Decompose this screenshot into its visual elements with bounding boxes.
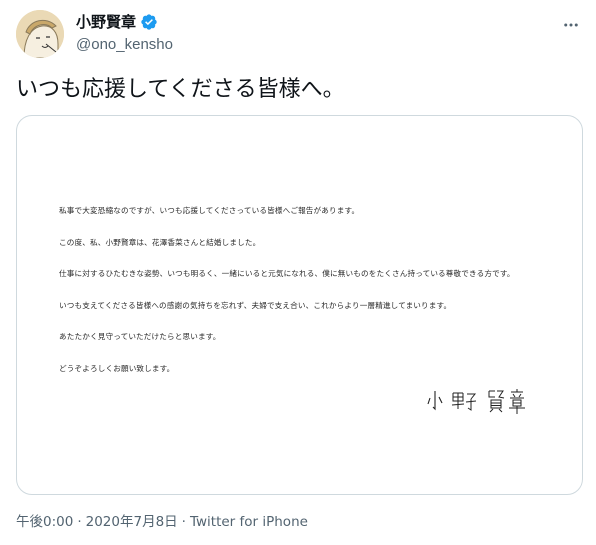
letter-paragraph: いつも支えてくださる皆様への感謝の気持ちを忘れず、夫婦で支え合い、これからより一… [59,300,452,310]
letter-paragraph: あたたかく見守っていただけたらと思います。 [59,332,221,341]
tweet-date[interactable]: 2020年7月8日 [86,512,178,532]
ellipsis-icon [564,23,578,27]
letter-paragraph: どうぞよろしくお願い致します。 [59,363,175,373]
avatar-illustration-icon [16,10,64,58]
letter-paragraph: 仕事に対するひたむきな姿勢、いつも明るく、一緒にいると元気になれる、僕に無いもの… [59,269,515,278]
meta-separator: · [181,514,186,530]
tweet-source[interactable]: Twitter for iPhone [190,512,308,532]
more-options-button[interactable] [554,11,588,39]
letter-paragraph: この度、私、小野賢章は、花澤香菜さんと結婚しました。 [59,237,261,247]
letter-paragraph: 私事で大変恐縮なのですが、いつも応援してくださっている皆様へご報告があります。 [59,206,360,215]
tweet-text: いつも応援してくださる皆様へ。 [16,77,345,102]
tweet-image[interactable]: 私事で大変恐縮なのですが、いつも応援してくださっている皆様へご報告があります。 … [16,115,583,495]
author-name-row[interactable]: 小野賢章 [76,11,158,33]
handwritten-signature [425,387,535,415]
letter-text: 私事で大変恐縮なのですが、いつも応援してくださっている皆様へご報告があります。 … [59,206,579,395]
tweet-time[interactable]: 午後0:00 [16,512,73,532]
tweet: 小野賢章 @ono_kensho いつも応援してくださる皆様へ。 私事で大変恐縮… [0,0,596,545]
tweet-metadata: 午後0:00 · 2020年7月8日 · Twitter for iPhone [16,512,308,532]
verified-badge-icon [140,13,158,31]
avatar[interactable] [16,10,64,58]
author-handle[interactable]: @ono_kensho [76,35,173,55]
meta-separator: · [77,514,82,530]
author-display-name[interactable]: 小野賢章 [76,12,136,32]
